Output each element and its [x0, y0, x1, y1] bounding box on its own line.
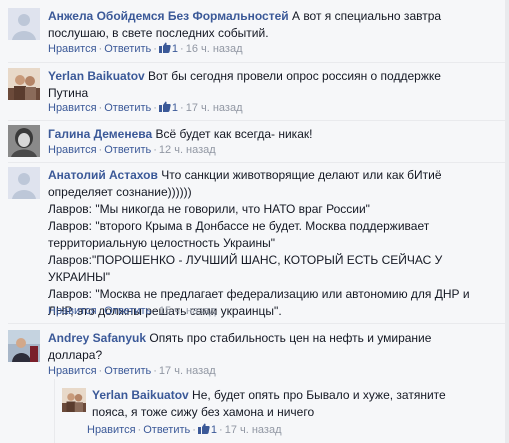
comment-line: послушаю, в свете последних событий. [48, 26, 269, 40]
comment-line: доллара? [48, 348, 103, 362]
avatar[interactable] [8, 125, 40, 157]
avatar[interactable] [8, 167, 40, 199]
comment-line: Лавров: "второго Крыма в Донбассе не буд… [48, 219, 430, 233]
scroll-edge [505, 0, 509, 443]
like-link[interactable]: Нравится [87, 424, 136, 436]
comment-line: Не, будет опять про Бывало и хуже, затян… [188, 388, 446, 402]
reply-link[interactable]: Ответить [104, 305, 151, 317]
comment-author[interactable]: Анжела Обойдемся Без Формальностей [48, 9, 289, 23]
comment-line: Лавров: "Мы никогда не говорили, что НАТ… [48, 202, 370, 216]
comment-text: Yerlan Baikuatov Не, будет опять про Быв… [92, 387, 492, 421]
comment-line: определяет сознание)))))) [48, 185, 192, 199]
comment-line: Путина [48, 86, 89, 100]
separator: · [153, 43, 157, 55]
comment-line: Что санкции животворящие делают или как … [157, 168, 442, 182]
avatar[interactable] [62, 388, 86, 412]
comment-line: Вот бы сегодня провели опрос россиян о п… [144, 69, 441, 83]
thumbs-up-icon [158, 101, 171, 112]
reply-link[interactable]: Ответить [104, 365, 151, 377]
divider [8, 323, 505, 324]
timestamp[interactable]: 17 ч. назад [159, 365, 216, 377]
like-link[interactable]: Нравится [48, 43, 97, 55]
timestamp[interactable]: 16 ч. назад [186, 43, 243, 55]
comment-author[interactable]: Анатолий Астахов [48, 168, 158, 182]
comment-actions: Нравится · Ответить · 15 ч. назад [48, 304, 216, 319]
comment-line: А вот я специально завтра [288, 9, 442, 23]
timestamp[interactable]: 12 ч. назад [159, 144, 216, 156]
separator: · [153, 144, 157, 156]
comment-line: Лавров: "Москва не предлагает федерализа… [48, 287, 470, 301]
thumbs-up-icon [197, 423, 210, 434]
separator: · [180, 102, 184, 114]
comment-line: территориальную целостность Украины" [48, 236, 275, 250]
comment-author[interactable]: Andrey Safanyuk [48, 331, 146, 345]
comment-text: Анатолий Астахов Что санкции животворящи… [48, 167, 498, 320]
reply-link[interactable]: Ответить [104, 102, 151, 114]
comment-actions: Нравится · Ответить · 17 ч. назад [48, 364, 216, 379]
like-count[interactable]: 1 [158, 101, 178, 114]
comment-text: Yerlan Baikuatov Вот бы сегодня провели … [48, 68, 488, 102]
like-link[interactable]: Нравится [48, 365, 97, 377]
comment-line: пояса, я тоже сижу без хамона и ничего [92, 405, 315, 419]
comment-line: Всё будет как всегда- никак! [152, 127, 313, 141]
divider [8, 120, 505, 121]
comment-actions: Нравится · Ответить · 12 ч. назад [48, 143, 216, 158]
reply-link[interactable]: Ответить [104, 43, 151, 55]
comment-line: УКРАИНЫ" [48, 270, 110, 284]
separator: · [153, 365, 157, 377]
comment-line: Лавров:"ПОРОШЕНКО - ЛУЧШИЙ ШАНС, КОТОРЫЙ… [48, 253, 443, 267]
divider [8, 162, 505, 163]
reply-link[interactable]: Ответить [104, 144, 151, 156]
separator: · [219, 424, 223, 436]
timestamp[interactable]: 17 ч. назад [225, 424, 282, 436]
like-link[interactable]: Нравится [48, 144, 97, 156]
comment-author[interactable]: Yerlan Baikuatov [92, 388, 189, 402]
divider [8, 62, 505, 63]
like-link[interactable]: Нравится [48, 102, 97, 114]
reply-link[interactable]: Ответить [143, 424, 190, 436]
comment-actions: Нравится · Ответить · 1 · 16 ч. назад [48, 42, 243, 57]
comment-line: Опять про стабильность цен на нефть и ум… [146, 331, 432, 345]
comment-text: Галина Деменева Всё будет как всегда- ни… [48, 126, 488, 143]
like-count[interactable]: 1 [158, 42, 178, 55]
separator: · [153, 102, 157, 114]
separator: · [192, 424, 196, 436]
timestamp[interactable]: 15 ч. назад [159, 305, 216, 317]
like-link[interactable]: Нравится [48, 305, 97, 317]
separator: · [153, 305, 157, 317]
comment-text: Анжела Обойдемся Без Формальностей А вот… [48, 8, 488, 42]
comment-actions: Нравится · Ответить · 1 · 17 ч. назад [87, 423, 282, 438]
avatar[interactable] [8, 8, 40, 40]
comment-actions: Нравится · Ответить · 1 · 17 ч. назад [48, 101, 243, 116]
separator: · [180, 43, 184, 55]
comment-author[interactable]: Галина Деменева [48, 127, 152, 141]
timestamp[interactable]: 17 ч. назад [186, 102, 243, 114]
avatar[interactable] [8, 68, 40, 100]
like-count[interactable]: 1 [197, 423, 217, 436]
avatar[interactable] [8, 330, 40, 362]
thumbs-up-icon [158, 42, 171, 53]
comment-text: Andrey Safanyuk Опять про стабильность ц… [48, 330, 488, 364]
comment-author[interactable]: Yerlan Baikuatov [48, 69, 145, 83]
